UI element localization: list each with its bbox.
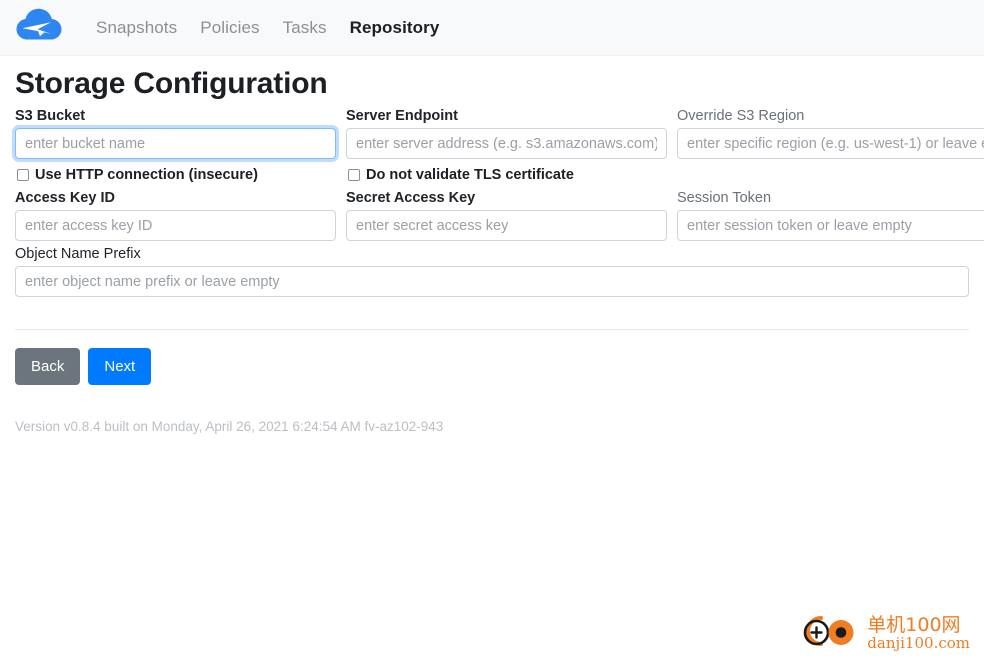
top-navbar: Snapshots Policies Tasks Repository <box>0 0 984 56</box>
app-logo[interactable] <box>14 8 64 47</box>
watermark-en: danji100.com <box>867 634 970 652</box>
label-access-key-id: Access Key ID <box>15 190 115 206</box>
checkbox-group-http: Use HTTP connection (insecure) <box>15 167 336 183</box>
checkbox-group-tls: Do not validate TLS certificate <box>346 167 667 183</box>
form-row-connection: S3 Bucket Server Endpoint Override S3 Re… <box>15 106 984 159</box>
form-row-credentials: Access Key ID Secret Access Key Session … <box>15 188 984 241</box>
field-group-region: Override S3 Region <box>677 106 984 159</box>
nav-link-snapshots[interactable]: Snapshots <box>96 18 177 38</box>
session-token-input[interactable] <box>677 210 984 241</box>
label-secret-access-key: Secret Access Key <box>346 190 476 206</box>
use-http-label[interactable]: Use HTTP connection (insecure) <box>35 167 258 183</box>
field-group-prefix: Object Name Prefix <box>15 244 969 297</box>
label-session-token: Session Token <box>677 190 772 206</box>
wizard-button-row: Back Next <box>15 348 969 385</box>
page-title: Storage Configuration <box>15 67 328 100</box>
field-group-session-token: Session Token <box>677 188 984 241</box>
label-s3-bucket: S3 Bucket <box>15 108 86 124</box>
form-row-checkboxes: Use HTTP connection (insecure) Do not va… <box>15 163 969 187</box>
watermark-cn: 单机100网 <box>867 614 961 636</box>
back-button[interactable]: Back <box>15 348 81 385</box>
page-content: Storage Configuration S3 Bucket Server E… <box>0 66 984 434</box>
co-circle-logo-icon <box>799 612 861 655</box>
field-group-access-key: Access Key ID <box>15 188 336 241</box>
s3-bucket-input[interactable] <box>15 128 336 159</box>
watermark-text: 单机100网 danji100.com <box>867 616 970 651</box>
next-button[interactable]: Next <box>88 348 152 385</box>
object-name-prefix-input[interactable] <box>15 266 969 297</box>
field-group-secret-key: Secret Access Key <box>346 188 667 241</box>
form-row-prefix: Object Name Prefix <box>15 244 969 297</box>
skip-tls-validation-checkbox[interactable] <box>348 169 360 181</box>
label-object-name-prefix: Object Name Prefix <box>15 246 141 262</box>
server-endpoint-input[interactable] <box>346 128 667 159</box>
nav-link-repository[interactable]: Repository <box>350 18 440 38</box>
field-group-endpoint: Server Endpoint <box>346 106 667 159</box>
site-watermark: 单机100网 danji100.com <box>799 612 970 655</box>
nav-links: Snapshots Policies Tasks Repository <box>96 18 439 38</box>
version-footer: Version v0.8.4 built on Monday, April 26… <box>15 419 444 434</box>
field-group-bucket: S3 Bucket <box>15 106 336 159</box>
form-divider <box>15 329 969 330</box>
app-window: Snapshots Policies Tasks Repository Stor… <box>0 0 984 661</box>
label-override-s3-region: Override S3 Region <box>677 108 805 124</box>
secret-access-key-input[interactable] <box>346 210 667 241</box>
skip-tls-validation-label[interactable]: Do not validate TLS certificate <box>366 167 574 183</box>
use-http-checkbox[interactable] <box>17 169 29 181</box>
nav-link-policies[interactable]: Policies <box>200 18 259 38</box>
override-s3-region-input[interactable] <box>677 128 984 159</box>
label-server-endpoint: Server Endpoint <box>346 108 458 124</box>
access-key-id-input[interactable] <box>15 210 336 241</box>
nav-link-tasks[interactable]: Tasks <box>283 18 327 38</box>
cloud-plane-logo-icon <box>16 8 62 47</box>
